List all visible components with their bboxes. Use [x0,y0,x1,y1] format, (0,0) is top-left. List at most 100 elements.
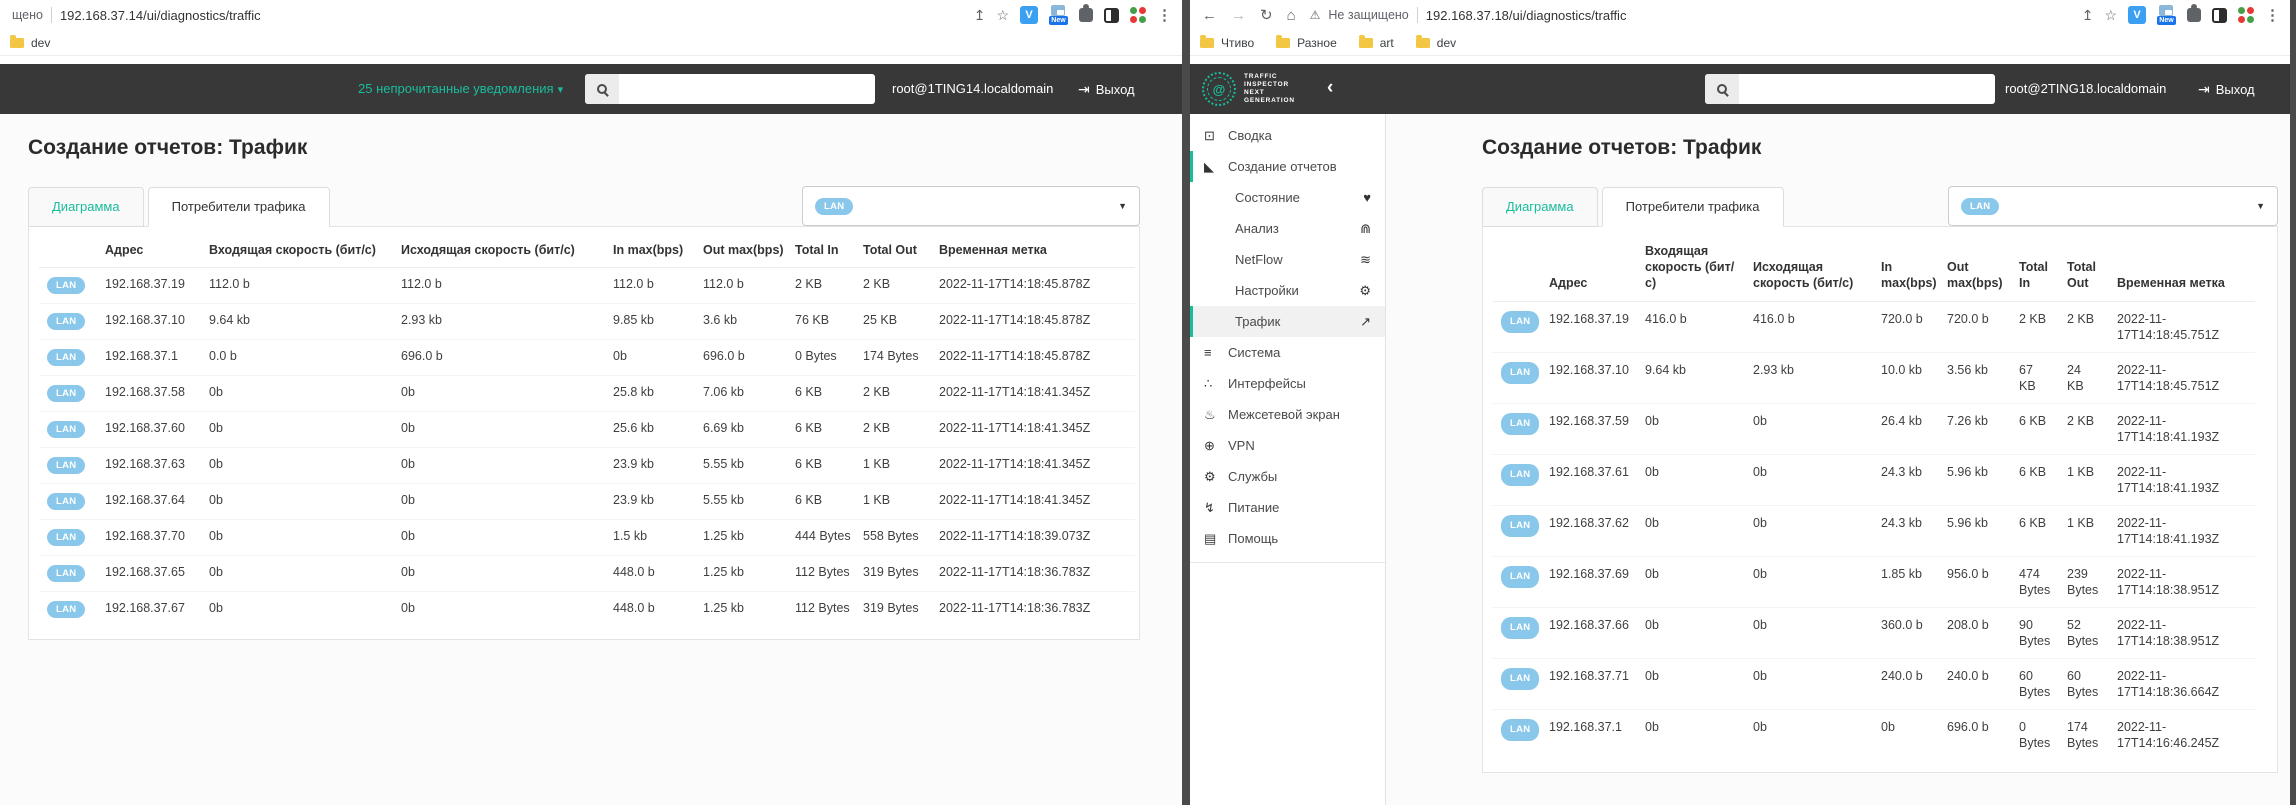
profile-avatar-icon[interactable] [2238,7,2254,23]
cell-in-max: 0b [1881,720,1895,734]
cell-address: 192.168.37.69 [1541,556,1637,608]
sidebar-item-health[interactable]: Состояние ♥ [1190,182,1385,213]
cell-total-out: 319 Bytes [855,555,931,592]
line-chart-icon: ↗ [1360,313,1371,329]
cell-address: 192.168.37.1 [97,339,201,376]
cell-rate-in: 0b [1637,403,1745,455]
lan-badge: LAN [1501,464,1540,486]
search-button[interactable] [585,74,619,104]
cell-total-out: 174 Bytes [2067,720,2099,750]
bookmark-folder[interactable]: dev [10,34,50,50]
interface-select[interactable]: LAN ▼ [1948,186,2278,226]
reload-icon[interactable]: ↻ [1260,6,1273,24]
table-row: LAN 192.168.37.10 9.64 kb 2.93 kb 10.0 k… [1493,352,2255,404]
new-extension-icon[interactable]: New [1049,5,1068,25]
cell-total-in: 6 KB [2011,454,2059,506]
sidebar-item-netflow[interactable]: NetFlow ≋ [1190,244,1385,275]
browser-menu-icon[interactable]: ⋮ [1157,6,1172,24]
browser-menu-icon[interactable]: ⋮ [2265,6,2280,24]
tab-diagram[interactable]: Диаграмма [1482,187,1598,227]
sidebar-collapse-icon[interactable]: ‹ [1327,77,1333,99]
lan-badge: LAN [47,385,86,402]
extensions-puzzle-icon[interactable] [1079,4,1093,22]
logged-in-user: root@1TING14.localdomain [892,81,1054,96]
v-extension-icon[interactable]: V [1020,6,1038,24]
back-icon[interactable]: ← [1202,7,1217,24]
cell-total-out: 2 KB [855,411,931,448]
notifications-link[interactable]: 25 непрочитанные уведомления ▾ [358,81,563,96]
url-text[interactable]: 192.168.37.14/ui/diagnostics/traffic [60,8,261,23]
table-row: LAN 192.168.37.66 0b 0b 360.0 b 208.0 b … [1493,607,2255,659]
cell-total-in: 2 KB [2011,301,2059,353]
right-app-header: @ TRAFFIC INSPECTOR NEXT GENERATION ‹ ro… [1190,64,2290,114]
cell-address: 192.168.37.58 [97,375,201,412]
forward-icon[interactable]: → [1231,7,1246,24]
cell-out-max: 696.0 b [695,339,787,376]
tab-traffic-consumers[interactable]: Потребители трафика [147,187,330,227]
logout-button[interactable]: ⇥ Выход [2198,81,2255,98]
bookmark-folder[interactable]: art [1358,34,1394,50]
search-icon [597,84,607,94]
sidebar-item-settings[interactable]: Настройки ⚙ [1190,275,1385,306]
sidebar-item-insight[interactable]: Анализ ⋒ [1190,213,1385,244]
extensions-puzzle-icon[interactable] [2187,4,2201,22]
cell-address: 192.168.37.59 [1541,403,1637,455]
url-text[interactable]: 192.168.37.18/ui/diagnostics/traffic [1426,8,1627,23]
lan-badge: LAN [1501,362,1540,384]
sidebar-item-services[interactable]: ⚙ Службы [1190,461,1385,492]
home-icon[interactable]: ⌂ [1287,7,1296,24]
right-content: Создание отчетов: Трафик Диаграмма Потре… [1386,114,2290,805]
cell-total-in: 90 Bytes [2011,607,2059,659]
sidebar-item-help[interactable]: ▤ Помощь [1190,523,1385,554]
cell-out-max: 6.69 kb [695,411,787,448]
bookmark-folder[interactable]: Разное [1276,34,1337,50]
sidebar-item-firewall[interactable]: ♨ Межсетевой экран [1190,399,1385,430]
sidebar-item-summary[interactable]: ⊡ Сводка [1190,120,1385,151]
new-extension-icon[interactable]: New [2157,5,2176,25]
cell-out-max: 5.96 kb [1939,505,2011,557]
bookmark-folder[interactable]: Чтиво [1200,34,1254,50]
sidebar-item-interfaces[interactable]: ∴ Интерфейсы [1190,368,1385,399]
star-icon[interactable]: ☆ [996,7,1009,24]
interface-select[interactable]: LAN ▼ [802,186,1140,226]
sidebar-item-system[interactable]: ≡ Система [1190,337,1385,368]
search-input[interactable] [1739,74,1995,104]
cell-total-out: 52 Bytes [2059,607,2109,659]
lan-badge: LAN [1501,311,1540,333]
cell-timestamp: 2022-11-17T14:18:45.878Z [931,267,1135,304]
sidepanel-icon[interactable] [2212,7,2227,23]
plug-icon: ↯ [1204,499,1215,515]
cell-rate-in: 0b [1637,505,1745,557]
tab-traffic-consumers[interactable]: Потребители трафика [1601,187,1784,227]
sidebar-item-traffic[interactable]: Трафик ↗ [1190,306,1385,337]
cell-address: 192.168.37.10 [97,303,201,340]
search-input[interactable] [619,74,875,104]
left-url-bar[interactable]: щено 192.168.37.14/ui/diagnostics/traffi… [12,7,261,23]
cell-rate-in: 0b [201,555,393,592]
profile-avatar-icon[interactable] [1130,7,1146,23]
sidebar-item-vpn[interactable]: ⊕ VPN [1190,430,1385,461]
star-icon[interactable]: ☆ [2104,7,2117,24]
right-chrome-toolbar: ← → ↻ ⌂ ⚠ Не защищено 192.168.37.18/ui/d… [1190,0,2290,30]
cell-total-in: 60 Bytes [2011,658,2059,710]
table-row: LAN 192.168.37.58 0b 0b 25.8 kb 7.06 kb … [39,375,1135,412]
left-table-panel: Адрес Входящая скорость (бит/с) Исходящая … [28,226,1140,640]
share-icon[interactable]: ↥ [2082,7,2094,24]
lan-badge: LAN [47,349,86,366]
share-icon[interactable]: ↥ [974,7,986,24]
sidebar-item-reporting[interactable]: ◣ Создание отчетов [1190,151,1385,182]
right-url-bar[interactable]: ⚠ Не защищено 192.168.37.18/ui/diagnosti… [1310,7,1627,23]
cell-rate-out: 2.93 kb [1745,352,1873,404]
search-button[interactable] [1705,74,1739,104]
cell-total-in: 474 Bytes [2011,556,2059,608]
sidepanel-icon[interactable] [1104,7,1119,23]
bookmark-folder[interactable]: dev [1415,34,1456,50]
cell-rate-out: 0b [393,375,605,412]
logout-button[interactable]: ⇥ Выход [1078,81,1135,98]
cell-out-max: 5.96 kb [1939,454,2011,506]
cell-in-max: 720.0 b [1873,301,1939,353]
tab-diagram[interactable]: Диаграмма [28,187,144,227]
sidebar-item-power[interactable]: ↯ Питание [1190,492,1385,523]
cell-total-in: 6 KB [2011,505,2059,557]
v-extension-icon[interactable]: V [2128,6,2146,24]
